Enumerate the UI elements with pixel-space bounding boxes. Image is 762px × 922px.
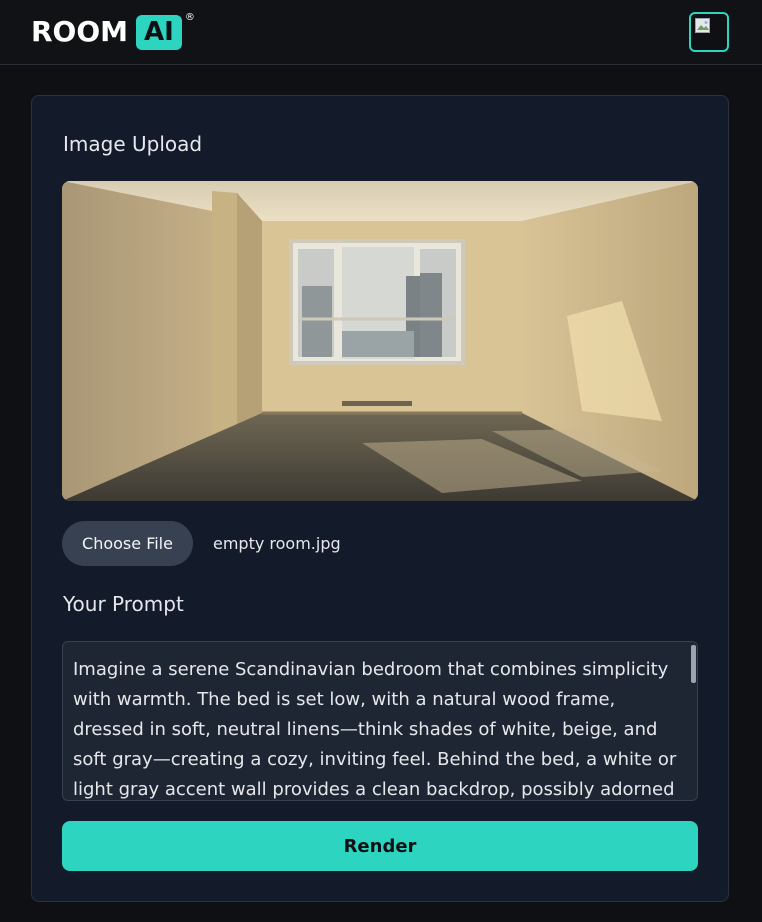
prompt-textarea[interactable]: Imagine a serene Scandinavian bedroom th… (62, 641, 698, 801)
logo-ai-badge: AI (136, 14, 182, 50)
avatar-button[interactable] (689, 12, 729, 52)
room-photo (62, 181, 698, 501)
prompt-title: Your Prompt (63, 592, 184, 616)
prompt-scroll-thumb[interactable] (691, 645, 696, 683)
render-form-card: Image Upload Choose File empty room.jpg … (31, 95, 729, 902)
choose-file-button[interactable]: Choose File (62, 521, 193, 566)
registered-mark: ® (184, 12, 195, 23)
broken-image-icon (695, 18, 710, 33)
logo-wordmark: ROOM (31, 15, 129, 48)
prompt-scrollbar[interactable] (689, 642, 697, 800)
file-input-row: Choose File empty room.jpg (62, 521, 698, 566)
logo[interactable]: ROOM AI ® (31, 12, 195, 50)
selected-file-name: empty room.jpg (213, 534, 341, 553)
uploaded-room-image (62, 181, 698, 501)
image-upload-title: Image Upload (63, 132, 203, 156)
top-bar: ROOM AI ® (0, 0, 762, 65)
render-button[interactable]: Render (62, 821, 698, 871)
prompt-text: Imagine a serene Scandinavian bedroom th… (73, 659, 677, 800)
